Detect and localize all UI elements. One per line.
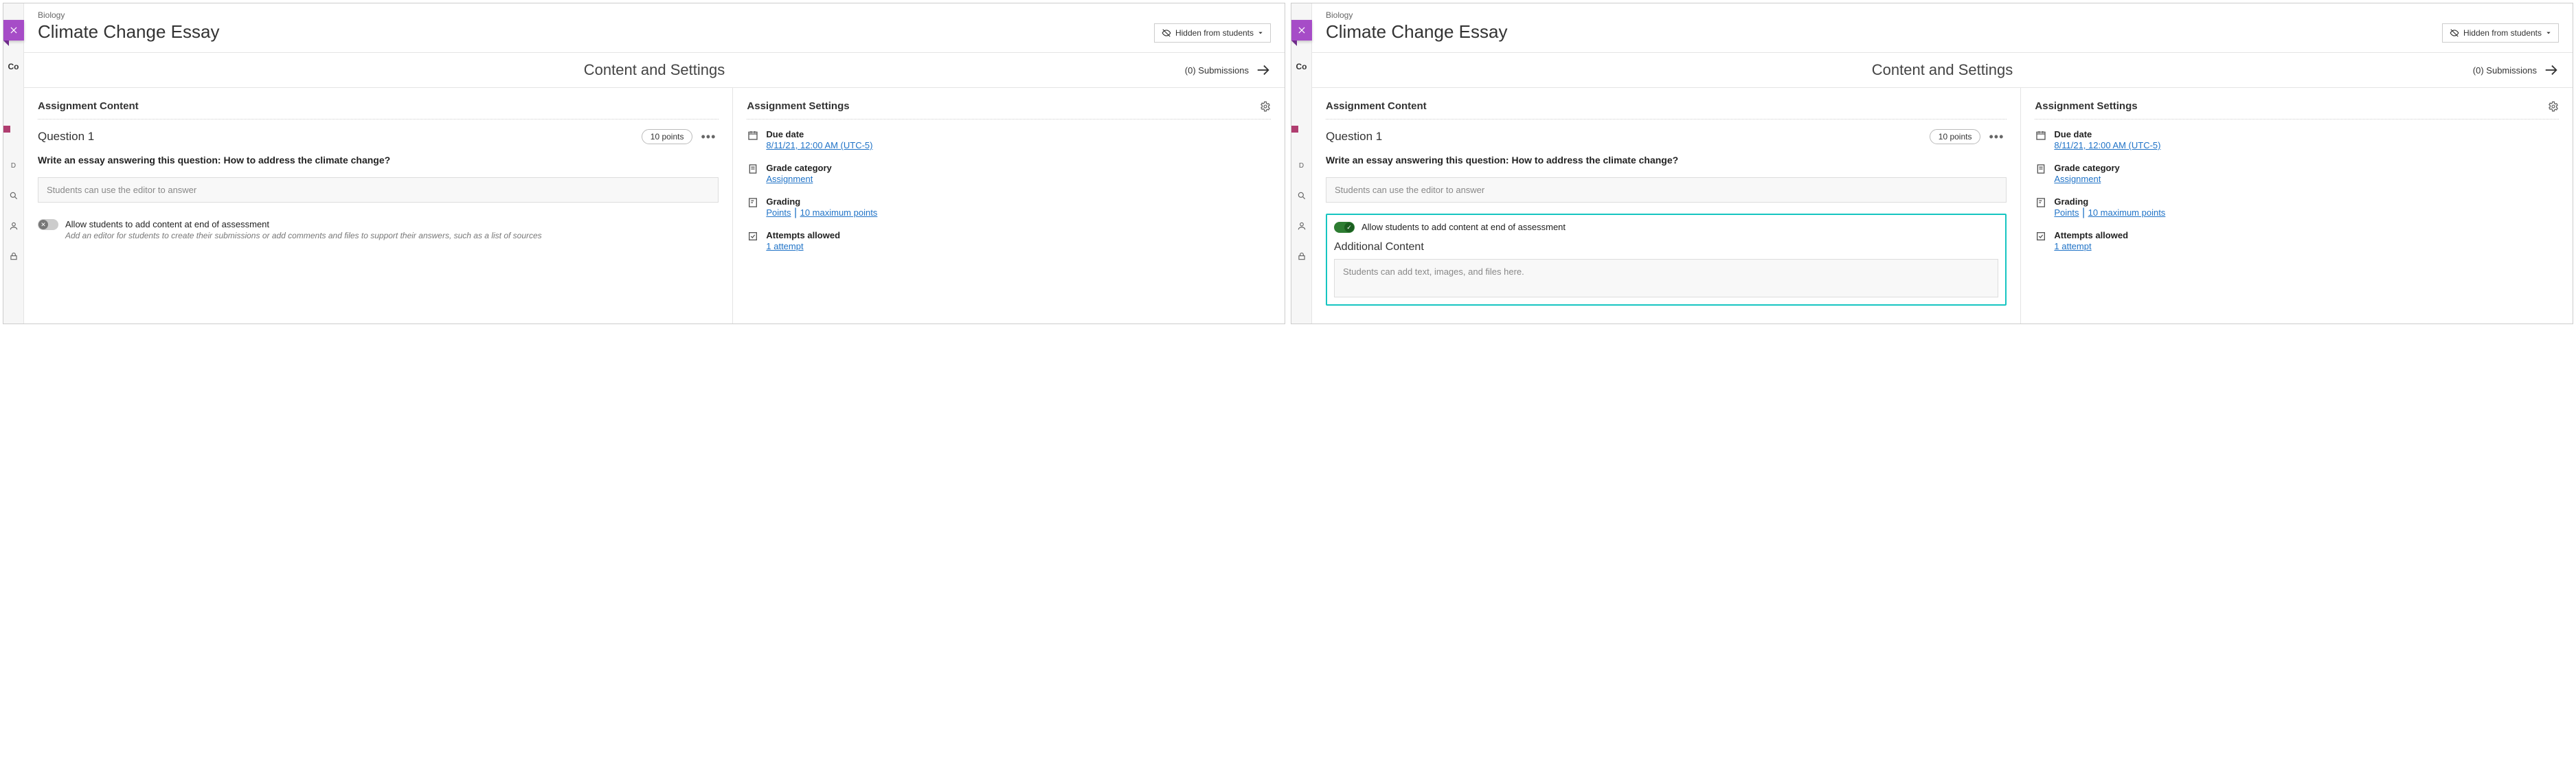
submissions-link[interactable]: (0) Submissions: [2473, 63, 2559, 78]
allow-content-toggle-row: Allow students to add content at end of …: [38, 214, 719, 247]
setting-grading: Grading Points | 10 maximum points: [747, 196, 1271, 219]
page-title: Climate Change Essay: [38, 21, 219, 43]
grading-points-link[interactable]: Points: [2054, 207, 2079, 218]
additional-content-highlight: Allow students to add content at end of …: [1326, 214, 2007, 306]
setting-grading: Grading Points | 10 maximum points: [2035, 196, 2559, 219]
rail-icon-search[interactable]: [3, 181, 24, 211]
settings-heading: Assignment Settings: [747, 100, 1271, 120]
panel: Biology Climate Change Essay Hidden from…: [1312, 3, 2573, 324]
grading-icon: [2035, 196, 2047, 209]
question-menu-button[interactable]: •••: [698, 130, 719, 144]
visibility-dropdown[interactable]: Hidden from students: [1154, 23, 1271, 43]
rail-accent: [3, 126, 10, 133]
answer-editor-placeholder[interactable]: Students can use the editor to answer: [1326, 177, 2007, 203]
checkbox-icon: [2035, 230, 2047, 242]
app-frame-left: Co D Biology Climate Change Essay Hidden…: [3, 3, 1285, 324]
question-label: Question 1: [1326, 130, 1382, 144]
rail-label-co: Co: [1291, 52, 1312, 82]
due-date-link[interactable]: 8/11/21, 12:00 AM (UTC-5): [2054, 140, 2160, 150]
close-panel-button[interactable]: [1291, 20, 1312, 41]
rail-icon-user[interactable]: [3, 211, 24, 241]
question-prompt: Write an essay answering this question: …: [1326, 154, 2007, 168]
submissions-link[interactable]: (0) Submissions: [1185, 63, 1271, 78]
close-icon: [1297, 25, 1307, 35]
subheader: Content and Settings (0) Submissions: [1312, 53, 2573, 88]
toggle-title: Allow students to add content at end of …: [1362, 222, 1566, 232]
checkbox-icon: [747, 230, 759, 242]
question-menu-button[interactable]: •••: [1986, 130, 2007, 144]
setting-grade-category: Grade category Assignment: [747, 163, 1271, 185]
settings-column: Assignment Settings Due date 8/11/21, 12…: [2020, 88, 2573, 324]
setting-attempts: Attempts allowed 1 attempt: [2035, 230, 2559, 253]
question-label: Question 1: [38, 130, 94, 144]
panel: Biology Climate Change Essay Hidden from…: [24, 3, 1285, 324]
setting-due-date: Due date 8/11/21, 12:00 AM (UTC-5): [2035, 129, 2559, 152]
content-heading: Assignment Content: [38, 100, 719, 120]
content-heading: Assignment Content: [1326, 100, 2007, 120]
rail-icon-search[interactable]: [1291, 181, 1312, 211]
additional-content-heading: Additional Content: [1334, 241, 1424, 253]
settings-column: Assignment Settings Due date 8/11/21, 12…: [732, 88, 1285, 324]
document-icon: [2035, 163, 2047, 175]
question-prompt: Write an essay answering this question: …: [38, 154, 719, 168]
grading-points-link[interactable]: Points: [766, 207, 791, 218]
allow-content-toggle[interactable]: [1334, 222, 1355, 233]
content-column: Assignment Content Question 1 10 points …: [24, 88, 732, 324]
toggle-title: Allow students to add content at end of …: [65, 219, 542, 229]
calendar-icon: [747, 129, 759, 141]
calendar-icon: [2035, 129, 2047, 141]
setting-attempts: Attempts allowed 1 attempt: [747, 230, 1271, 253]
rail-icon-lock[interactable]: [1291, 241, 1312, 271]
rail-icon-lock[interactable]: [3, 241, 24, 271]
header: Biology Climate Change Essay Hidden from…: [1312, 3, 2573, 53]
content-column: Assignment Content Question 1 10 points …: [1312, 88, 2020, 324]
grading-max-link[interactable]: 10 maximum points: [800, 207, 878, 218]
rail-label-d: D: [3, 150, 24, 181]
attempts-link[interactable]: 1 attempt: [766, 241, 803, 251]
subheader-title: Content and Settings: [584, 61, 725, 79]
gear-icon: [2548, 101, 2559, 112]
document-icon: [747, 163, 759, 175]
visibility-dropdown[interactable]: Hidden from students: [2442, 23, 2559, 43]
course-name: Biology: [1326, 10, 1507, 20]
app-frame-right: Co D Biology Climate Change Essay Hidden…: [1291, 3, 2573, 324]
gear-icon: [1260, 101, 1271, 112]
rail-icon-user[interactable]: [1291, 211, 1312, 241]
header: Biology Climate Change Essay Hidden from…: [24, 3, 1285, 53]
page-title: Climate Change Essay: [1326, 21, 1507, 43]
settings-gear-button[interactable]: [2548, 101, 2559, 112]
close-panel-button[interactable]: [3, 20, 24, 41]
subheader: Content and Settings (0) Submissions: [24, 53, 1285, 88]
setting-grade-category: Grade category Assignment: [2035, 163, 2559, 185]
setting-due-date: Due date 8/11/21, 12:00 AM (UTC-5): [747, 129, 1271, 152]
subheader-title: Content and Settings: [1872, 61, 2013, 79]
answer-editor-placeholder[interactable]: Students can use the editor to answer: [38, 177, 719, 203]
toggle-description: Add an editor for students to create the…: [65, 231, 542, 242]
grading-max-link[interactable]: 10 maximum points: [2088, 207, 2166, 218]
grade-category-link[interactable]: Assignment: [2054, 174, 2101, 184]
due-date-link[interactable]: 8/11/21, 12:00 AM (UTC-5): [766, 140, 872, 150]
left-rail: Co D: [1291, 3, 1312, 324]
arrow-right-icon: [1256, 63, 1271, 78]
settings-gear-button[interactable]: [1260, 101, 1271, 112]
chevron-down-icon: [1258, 30, 1263, 36]
rail-accent: [1291, 126, 1298, 133]
allow-content-toggle[interactable]: [38, 219, 58, 230]
additional-content-editor[interactable]: Students can add text, images, and files…: [1334, 259, 1998, 297]
points-pill[interactable]: 10 points: [1930, 129, 1981, 144]
hidden-icon: [1162, 28, 1171, 38]
grade-category-link[interactable]: Assignment: [766, 174, 813, 184]
rail-label-co: Co: [3, 52, 24, 82]
settings-heading: Assignment Settings: [2035, 100, 2559, 120]
close-icon: [9, 25, 19, 35]
chevron-down-icon: [2546, 30, 2551, 36]
course-name: Biology: [38, 10, 219, 20]
hidden-icon: [2450, 28, 2459, 38]
rail-label-d: D: [1291, 150, 1312, 181]
arrow-right-icon: [2544, 63, 2559, 78]
points-pill[interactable]: 10 points: [642, 129, 693, 144]
attempts-link[interactable]: 1 attempt: [2054, 241, 2091, 251]
grading-icon: [747, 196, 759, 209]
left-rail: Co D: [3, 3, 24, 324]
